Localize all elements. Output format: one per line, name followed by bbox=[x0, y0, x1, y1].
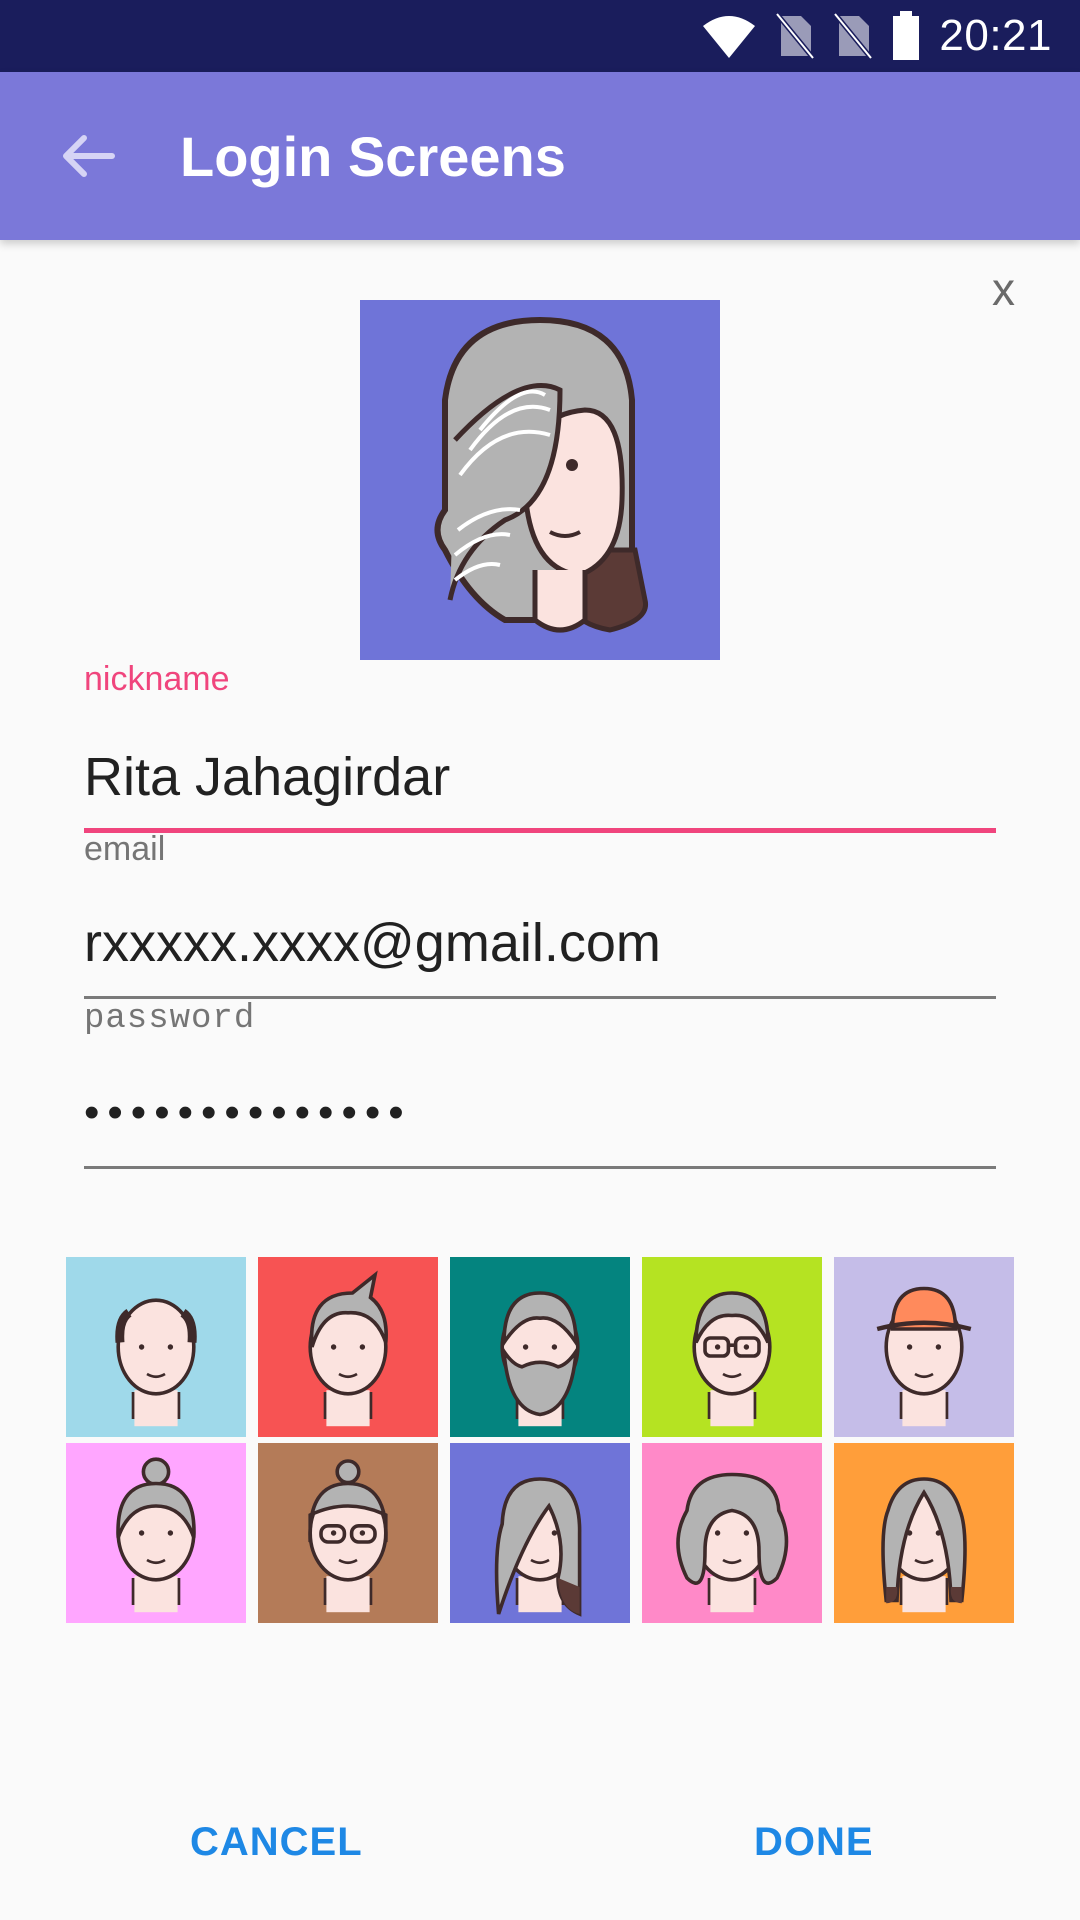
avatar-option-bald-man[interactable] bbox=[66, 1257, 246, 1437]
status-bar: 20:21 bbox=[0, 0, 1080, 72]
email-label: email bbox=[84, 830, 166, 868]
bald-man-icon bbox=[115, 1298, 197, 1427]
close-button[interactable]: x bbox=[992, 262, 1015, 316]
selected-avatar[interactable] bbox=[360, 300, 720, 660]
bun-woman-icon bbox=[116, 1457, 196, 1613]
arrow-back-icon bbox=[63, 135, 115, 177]
avatar-option-parted-hair-woman[interactable] bbox=[834, 1443, 1014, 1623]
glasses-woman-icon bbox=[308, 1459, 388, 1613]
wifi-icon bbox=[703, 16, 756, 58]
status-time: 20:21 bbox=[939, 11, 1052, 60]
nickname-label: nickname bbox=[84, 660, 230, 698]
battery-icon bbox=[893, 11, 920, 60]
avatar-option-glasses-man[interactable] bbox=[642, 1257, 822, 1437]
curly-hair-woman-icon bbox=[676, 1472, 789, 1613]
email-field: email rxxxxx.xxxx@gmail.com bbox=[84, 830, 996, 999]
password-input[interactable]: •••••••••••••• bbox=[84, 1082, 996, 1144]
page-title: Login Screens bbox=[180, 125, 566, 188]
glasses-man-icon bbox=[692, 1291, 772, 1427]
avatar-grid bbox=[66, 1257, 1014, 1623]
password-underline bbox=[84, 1166, 996, 1169]
bearded-man-icon bbox=[500, 1291, 580, 1427]
done-button[interactable]: DONE bbox=[754, 1820, 874, 1865]
nickname-field: nickname Rita Jahagirdar bbox=[84, 660, 996, 833]
avatar-option-bun-woman[interactable] bbox=[66, 1443, 246, 1623]
avatar-option-hat-man[interactable] bbox=[834, 1257, 1014, 1437]
avatar-option-curly-hair-woman[interactable] bbox=[642, 1443, 822, 1623]
password-field: password •••••••••••••• bbox=[84, 1000, 996, 1169]
back-button[interactable] bbox=[48, 116, 128, 196]
cancel-button[interactable]: CANCEL bbox=[190, 1820, 363, 1865]
avatar-option-spiky-hair-man[interactable] bbox=[258, 1257, 438, 1437]
spiky-hair-man-icon bbox=[308, 1270, 388, 1427]
hat-man-icon bbox=[876, 1286, 972, 1427]
parted-hair-woman-icon bbox=[881, 1477, 967, 1613]
avatar-option-bearded-man[interactable] bbox=[450, 1257, 630, 1437]
long-hair-woman-icon bbox=[494, 1477, 582, 1617]
no-sim-icon bbox=[833, 12, 874, 60]
email-input[interactable]: rxxxxx.xxxx@gmail.com bbox=[84, 912, 996, 974]
avatar-option-long-hair-woman[interactable] bbox=[450, 1443, 630, 1623]
email-underline bbox=[84, 996, 996, 999]
no-sim-icon bbox=[775, 12, 816, 60]
avatar-option-glasses-woman[interactable] bbox=[258, 1443, 438, 1623]
app-bar: Login Screens bbox=[0, 72, 1080, 240]
password-label: password bbox=[84, 1000, 256, 1038]
nickname-input[interactable]: Rita Jahagirdar bbox=[84, 746, 996, 808]
